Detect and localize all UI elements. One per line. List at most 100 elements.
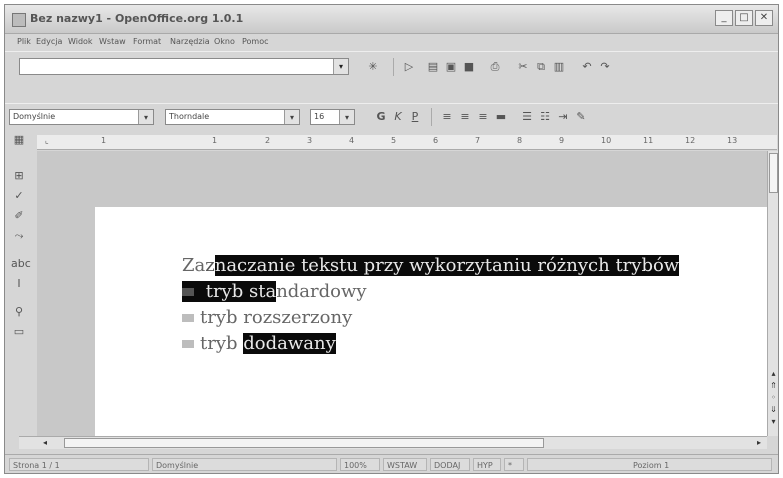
new-document-icon[interactable]: ▤ [425, 60, 441, 74]
toolbar-separator [431, 108, 432, 126]
horizontal-scroll-thumb[interactable] [64, 438, 544, 448]
selected-text: tryb sta [200, 281, 277, 302]
chevron-down-icon[interactable]: ▾ [339, 110, 354, 124]
app-icon [12, 13, 26, 27]
ruler-number: 8 [517, 136, 523, 145]
menu-format[interactable]: Format [133, 37, 161, 46]
text-partial: z [205, 255, 215, 276]
stop-load-icon[interactable]: ✳ [365, 60, 381, 74]
font-color-icon[interactable]: ✎ [573, 110, 589, 124]
scroll-down-icon[interactable]: ▾ [768, 416, 778, 428]
text-normal: ndardowy [276, 281, 367, 302]
previous-page-icon[interactable]: ⇑ [768, 380, 778, 392]
paragraph-mark-icon [182, 288, 194, 296]
selected-text: naczanie tekstu przy wykorzytaniu różnyc… [214, 255, 680, 276]
italic-button[interactable]: K [390, 110, 406, 124]
text-line-3[interactable]: tryb rozszerzony [182, 307, 352, 329]
url-input[interactable]: ▾ [19, 58, 349, 75]
selected-text-block: tryb sta [182, 281, 277, 302]
ruler-number: 2 [265, 136, 271, 145]
text-cursor-icon[interactable]: I [11, 277, 27, 291]
insert-field-icon[interactable]: ⊞ [11, 169, 27, 183]
scroll-right-icon[interactable]: ▸ [753, 437, 765, 449]
draw-icon[interactable]: ✐ [11, 209, 27, 223]
bullets-icon[interactable]: ☷ [537, 110, 553, 124]
indent-icon[interactable]: ⇥ [555, 110, 571, 124]
menu-window[interactable]: Okno [214, 37, 235, 46]
menu-file[interactable]: Plik [17, 37, 31, 46]
status-insert-mode[interactable]: WSTAW [383, 458, 427, 471]
scroll-up-icon[interactable]: ▴ [768, 368, 778, 380]
ruler-number: 1 [101, 136, 107, 145]
text-line-1[interactable]: Zaznaczanie tekstu przy wykorzytaniu róż… [182, 255, 680, 277]
next-page-icon[interactable]: ⇓ [768, 404, 778, 416]
bold-button[interactable]: G [373, 110, 389, 124]
ruler-number: 11 [643, 136, 654, 145]
scroll-left-icon[interactable]: ◂ [39, 437, 51, 449]
align-right-icon[interactable]: ≡ [475, 110, 491, 124]
align-left-icon[interactable]: ≡ [439, 110, 455, 124]
menu-edit[interactable]: Edycja [36, 37, 62, 46]
status-zoom[interactable]: 100% [340, 458, 380, 471]
numbering-icon[interactable]: ☰ [519, 110, 535, 124]
insert-table-icon[interactable]: ▦ [11, 133, 27, 147]
main-toolbar-vertical: ▦ ⊞ ✓ ✐ ⤳ abc I ⚲ ▭ [5, 129, 33, 444]
status-hyperlink-mode[interactable]: HYP [473, 458, 501, 471]
horizontal-scrollbar[interactable]: ◂ ▸ [19, 436, 767, 449]
close-button[interactable]: ✕ [755, 10, 773, 26]
paragraph-style-select[interactable]: Domyślnie ▾ [9, 109, 154, 125]
ruler-number: 7 [475, 136, 481, 145]
ruler-number: 13 [727, 136, 738, 145]
chevron-down-icon[interactable]: ▾ [333, 59, 348, 74]
navigator-icon[interactable]: ◦ [768, 392, 778, 404]
minimize-button[interactable]: _ [715, 10, 733, 26]
menu-view[interactable]: Widok [68, 37, 93, 46]
edit-file-icon[interactable]: ▷ [401, 60, 417, 74]
form-control-icon[interactable]: ⤳ [11, 229, 27, 243]
menu-help[interactable]: Pomoc [242, 37, 269, 46]
text-normal: tryb [200, 333, 244, 354]
maximize-button[interactable]: □ [735, 10, 753, 26]
chevron-down-icon[interactable]: ▾ [284, 110, 299, 124]
paragraph-mark-icon [182, 340, 194, 348]
status-page: Strona 1 / 1 [9, 458, 149, 471]
justify-icon[interactable]: ▬ [493, 110, 509, 124]
chevron-down-icon[interactable]: ▾ [138, 110, 153, 124]
paragraph-mark-icon [182, 314, 194, 322]
vertical-scrollbar[interactable]: ▴ ⇑ ◦ ⇓ ▾ [767, 151, 778, 436]
print-icon[interactable]: ⎙ [487, 60, 503, 74]
font-name-select[interactable]: Thorndale ▾ [165, 109, 300, 125]
data-sources-icon[interactable]: ▭ [11, 325, 27, 339]
undo-icon[interactable]: ↶ [579, 60, 595, 74]
align-center-icon[interactable]: ≡ [457, 110, 473, 124]
redo-icon[interactable]: ↷ [597, 60, 613, 74]
status-bar: Strona 1 / 1 Domyślnie 100% WSTAW DODAJ … [5, 454, 778, 473]
open-folder-icon[interactable]: ▣ [443, 60, 459, 74]
title-bar: Bez nazwy1 - OpenOffice.org 1.0.1 _ □ ✕ [5, 5, 778, 34]
horizontal-ruler[interactable]: ⌞ 1 1 2 3 4 5 6 7 8 9 10 11 12 13 [37, 135, 777, 150]
font-size-select[interactable]: 16 ▾ [310, 109, 355, 125]
cut-icon[interactable]: ✂ [515, 60, 531, 74]
vertical-scroll-thumb[interactable] [769, 153, 778, 193]
menu-insert[interactable]: Wstaw [99, 37, 126, 46]
text-line-2[interactable]: tryb standardowy [182, 281, 367, 303]
ruler-number: 4 [349, 136, 355, 145]
status-selection-mode[interactable]: DODAJ [430, 458, 470, 471]
underline-button[interactable]: P [407, 110, 423, 124]
ruler-number: 10 [601, 136, 612, 145]
menu-tools[interactable]: Narzędzia [170, 37, 210, 46]
copy-icon[interactable]: ⧉ [533, 60, 549, 74]
ruler-number: 1 [212, 136, 218, 145]
text-line-4[interactable]: tryb dodawany [182, 333, 336, 355]
document-page[interactable]: Zaznaczanie tekstu przy wykorzytaniu róż… [95, 207, 767, 436]
text-normal: tryb rozszerzony [200, 307, 353, 328]
paste-icon[interactable]: ▥ [551, 60, 567, 74]
spellcheck-icon[interactable]: abc [11, 257, 31, 271]
status-style[interactable]: Domyślnie [152, 458, 337, 471]
tab-stop-icon[interactable]: ⌞ [45, 136, 49, 145]
insert-object-icon[interactable]: ✓ [11, 189, 27, 203]
selected-text: dodawany [243, 333, 336, 354]
document-area[interactable]: Zaznaczanie tekstu przy wykorzytaniu róż… [37, 151, 767, 436]
find-replace-icon[interactable]: ⚲ [11, 305, 27, 319]
save-icon[interactable]: ■ [461, 60, 477, 74]
